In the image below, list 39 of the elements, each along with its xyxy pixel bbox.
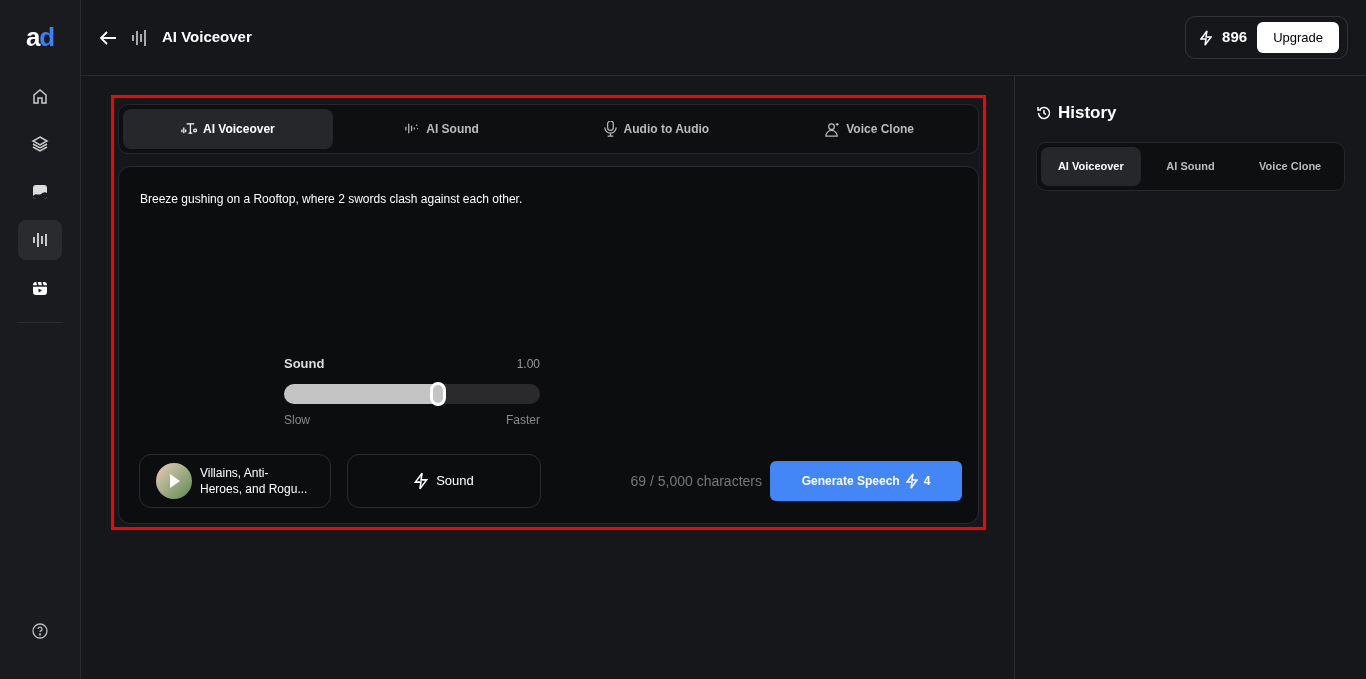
- history-icon: [1036, 104, 1052, 121]
- slider-reading: 1.00: [516, 355, 540, 373]
- history-tab[interactable]: Voice Clone: [1240, 146, 1340, 186]
- lightning-icon: [905, 473, 918, 489]
- slider-label: Sound: [284, 355, 325, 373]
- logo: ad: [26, 24, 54, 50]
- help-icon[interactable]: [32, 623, 48, 639]
- mode-tab[interactable]: AI Voiceover: [123, 109, 333, 149]
- prompt-text[interactable]: Breeze gushing on a Rooftop, where 2 swords clash against each other.: [140, 190, 957, 208]
- history-title: History: [1058, 102, 1117, 124]
- user-sparkle-icon: [824, 121, 841, 137]
- text-wave-icon: [180, 121, 197, 137]
- voice-selector[interactable]: Villains, Anti-Heroes, and Rogu...: [139, 454, 331, 508]
- character-counter: 69 / 5,000 characters: [630, 471, 762, 491]
- sound-button[interactable]: Sound: [347, 454, 541, 508]
- speed-slider[interactable]: [284, 383, 540, 404]
- slider-max-label: Faster: [506, 411, 540, 429]
- layers-icon: [31, 135, 49, 153]
- home-icon: [31, 87, 49, 105]
- upgrade-button[interactable]: Upgrade: [1257, 22, 1339, 53]
- image-icon: [31, 183, 49, 201]
- history-tab[interactable]: AI Voiceover: [1041, 146, 1141, 186]
- microphone-icon: [601, 121, 618, 137]
- history-tab[interactable]: AI Sound: [1140, 146, 1241, 186]
- sidebar-item[interactable]: [18, 220, 62, 260]
- slider-thumb[interactable]: [429, 381, 446, 406]
- page-title: AI Voiceover: [162, 27, 252, 48]
- waveform-icon: [31, 231, 49, 249]
- video-icon: [31, 279, 49, 297]
- waveform-icon: [131, 28, 149, 47]
- credits-count: 896: [1222, 27, 1248, 48]
- mode-tab[interactable]: Voice Clone: [764, 109, 974, 149]
- mode-tab[interactable]: AI Sound: [336, 109, 547, 149]
- play-avatar-icon: [156, 463, 192, 499]
- slider-min-label: Slow: [284, 411, 310, 429]
- back-arrow-icon[interactable]: [99, 29, 117, 46]
- mode-tab[interactable]: Audio to Audio: [550, 109, 761, 149]
- lightning-icon: [1200, 29, 1213, 46]
- lightning-icon: [414, 472, 429, 490]
